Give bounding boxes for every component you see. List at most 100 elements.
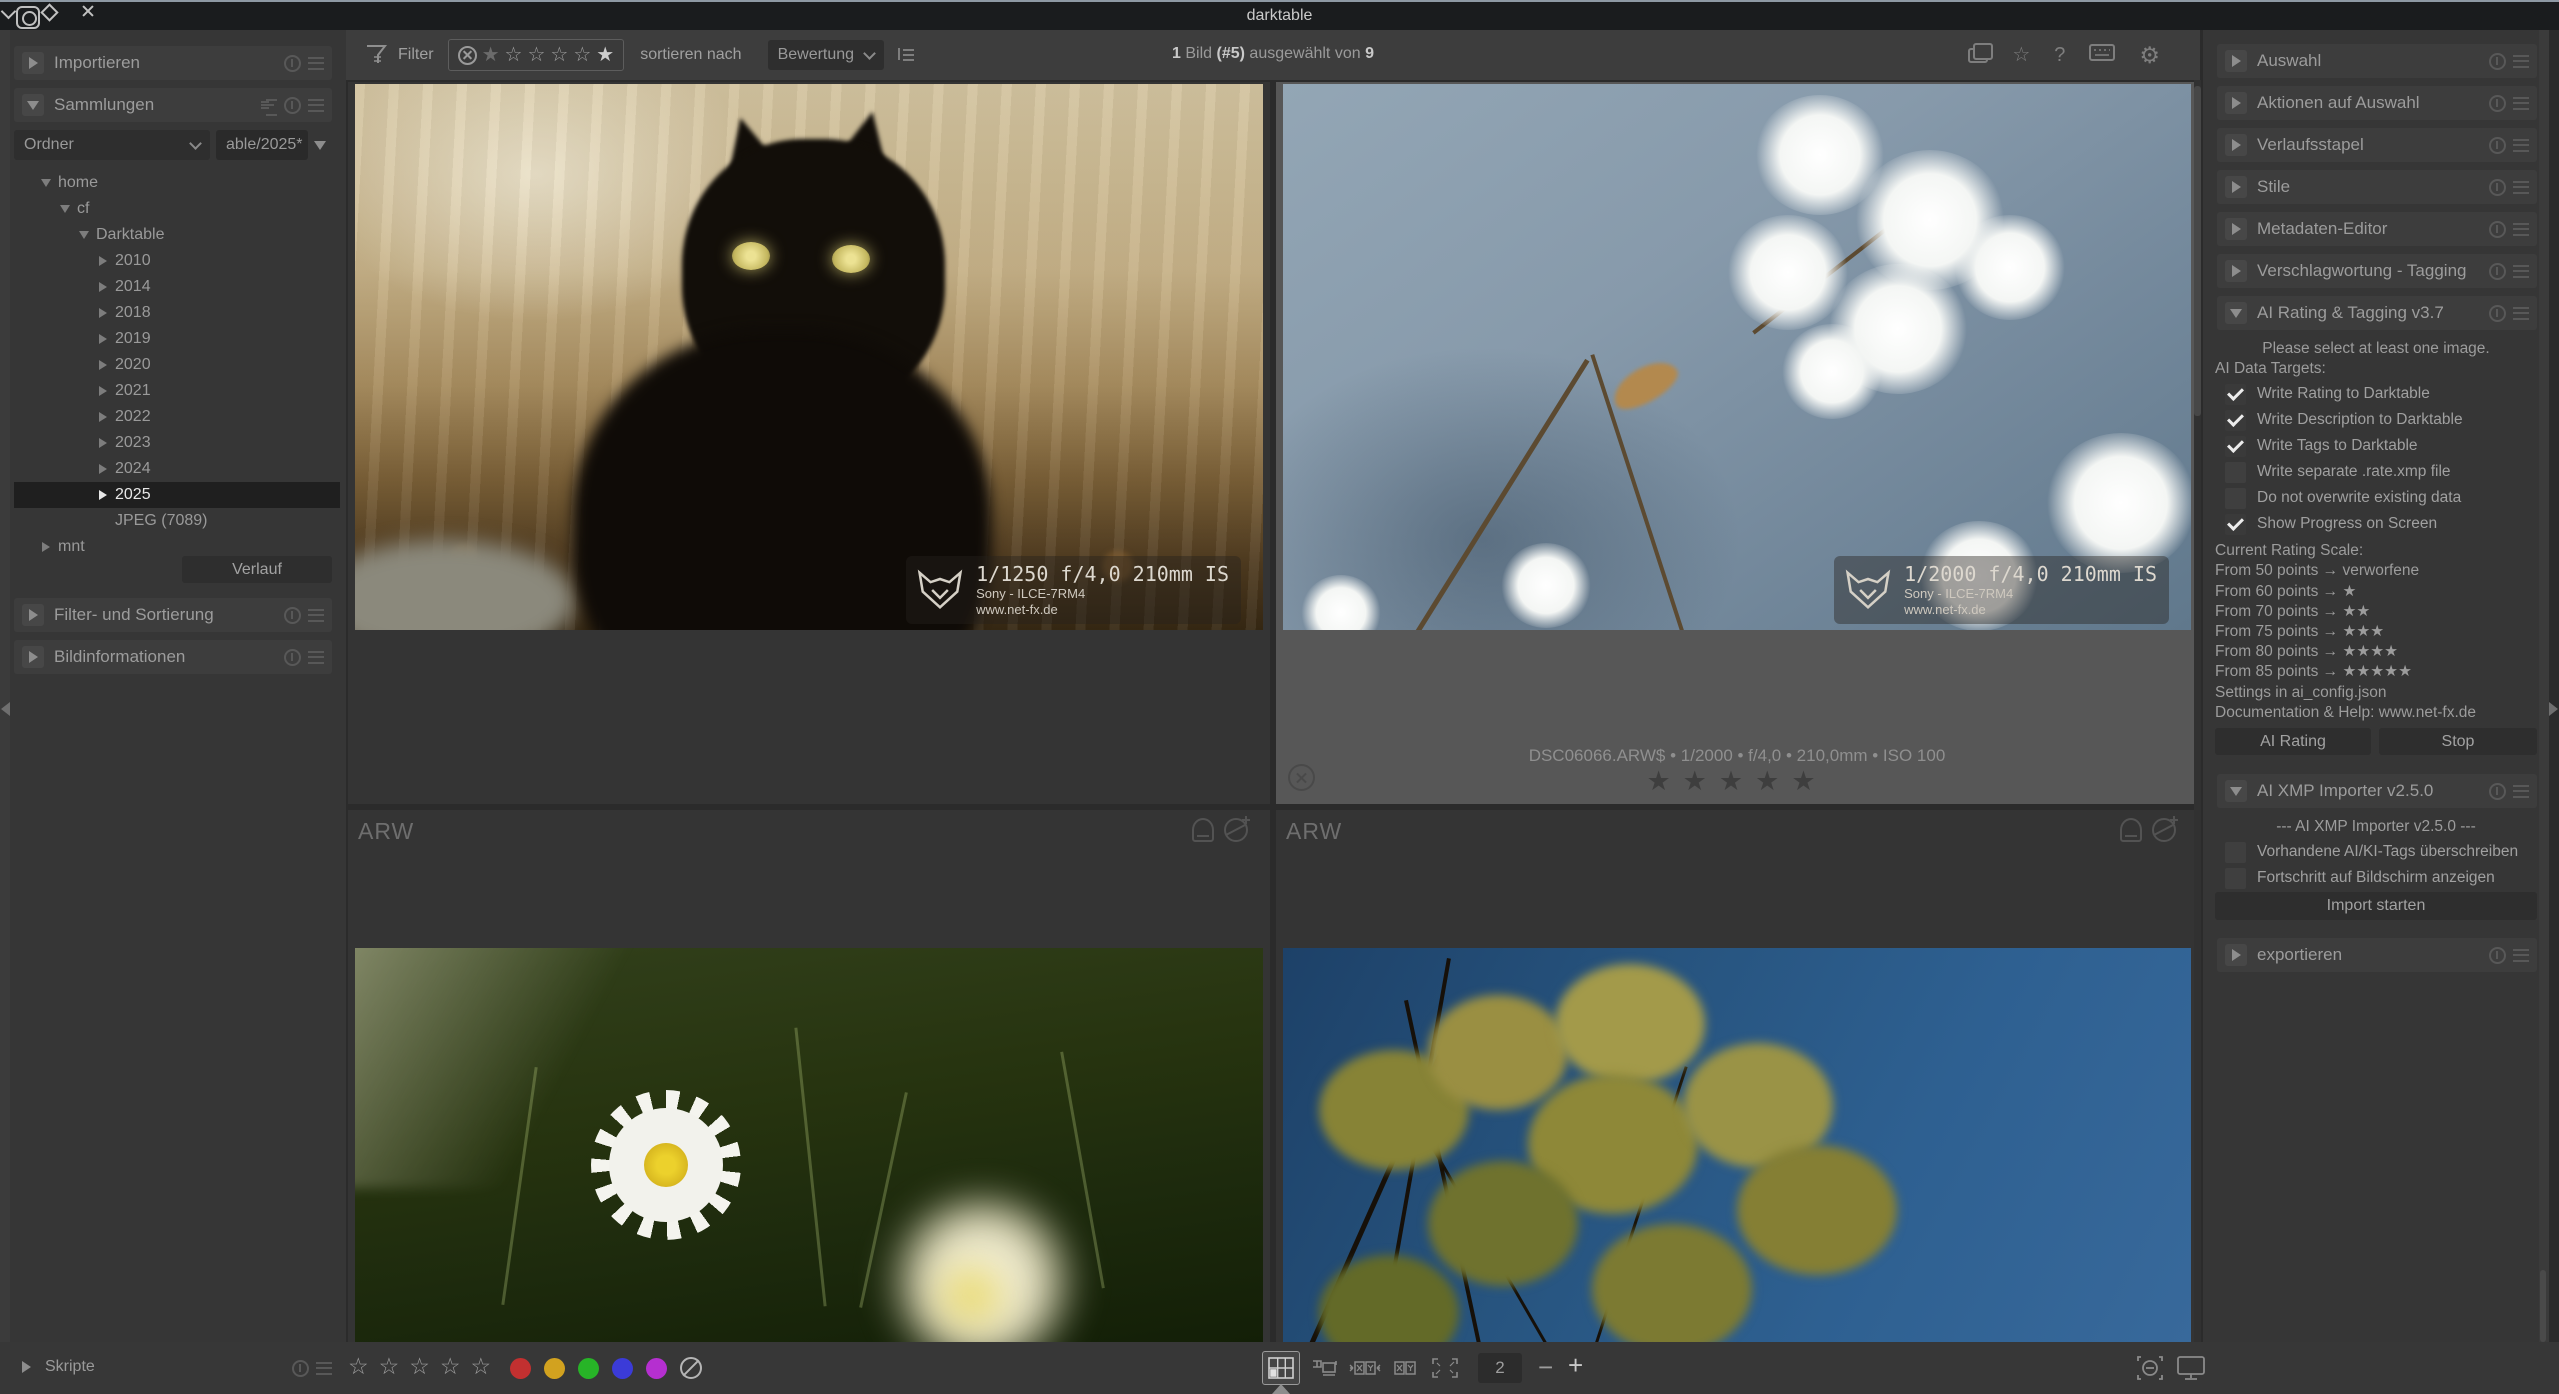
checkbox-overwrite-ai-tags[interactable]: Vorhandene AI/KI-Tags überschreiben — [2225, 840, 2518, 864]
expander-icon[interactable] — [97, 256, 108, 266]
expander-icon[interactable] — [22, 646, 44, 668]
minimize-button[interactable] — [0, 3, 16, 19]
preferences-gear-icon[interactable]: ⚙ — [2139, 44, 2160, 67]
expander-icon[interactable] — [97, 334, 108, 344]
expander-icon[interactable] — [40, 179, 51, 187]
expander-icon[interactable] — [97, 464, 108, 474]
checkbox-icon[interactable] — [2225, 410, 2246, 431]
presets-icon[interactable] — [2513, 307, 2529, 320]
expander-icon[interactable] — [2225, 260, 2247, 282]
reset-icon[interactable] — [284, 97, 301, 114]
checkbox-separate-xmp[interactable]: Write separate .rate.xmp file — [2225, 460, 2451, 484]
ai-rating-button[interactable]: AI Rating — [2215, 728, 2371, 755]
presets-icon[interactable] — [2513, 265, 2529, 278]
presets-icon[interactable] — [316, 1362, 332, 1375]
presets-icon[interactable] — [308, 99, 324, 112]
grid-scrollbar-thumb[interactable] — [2194, 86, 2201, 416]
expander-icon[interactable] — [2225, 176, 2247, 198]
tree-item-2014[interactable]: 2014 — [14, 274, 340, 300]
expander-icon[interactable] — [97, 308, 108, 318]
expander-icon[interactable] — [97, 438, 108, 448]
photo-cat[interactable]: 1/1250 f/4,0 210mm IS Sony - ILCE-7RM4 w… — [355, 84, 1263, 630]
panel-verschlagwortung[interactable]: Verschlagwortung - Tagging — [2217, 254, 2537, 288]
tree-item-home[interactable]: home — [14, 170, 340, 196]
zoomable-lighttable-icon[interactable] — [1306, 1351, 1344, 1385]
display-profile-icon[interactable] — [2176, 1355, 2206, 1386]
expander-icon[interactable] — [78, 231, 89, 239]
expander-icon[interactable] — [97, 360, 108, 370]
focus-detection-icon[interactable] — [2136, 1355, 2164, 1386]
checkbox-write-tags[interactable]: Write Tags to Darktable — [2225, 434, 2418, 458]
reset-icon[interactable] — [2489, 947, 2506, 964]
thumbnail-overlays-icon[interactable] — [1968, 48, 1988, 63]
sort-icon[interactable] — [261, 99, 277, 112]
expander-icon[interactable] — [97, 412, 108, 422]
panel-aktionen[interactable]: Aktionen auf Auswahl — [2217, 86, 2537, 120]
checkbox-icon[interactable] — [2225, 514, 2246, 535]
tree-item-2018[interactable]: 2018 — [14, 300, 340, 326]
tree-item-2025[interactable]: 2025 — [14, 482, 340, 508]
color-label-blue[interactable] — [612, 1358, 633, 1379]
panel-exportieren[interactable]: exportieren — [2217, 938, 2537, 972]
tree-item-cf[interactable]: cf — [14, 196, 340, 222]
reset-icon[interactable] — [284, 649, 301, 666]
presets-icon[interactable] — [2513, 97, 2529, 110]
tree-item-jpeg[interactable]: JPEG (7089) — [14, 508, 340, 534]
color-label-green[interactable] — [578, 1358, 599, 1379]
tree-item-2022[interactable]: 2022 — [14, 404, 340, 430]
color-label-red[interactable] — [510, 1358, 531, 1379]
presets-icon[interactable] — [2513, 139, 2529, 152]
close-button[interactable] — [80, 3, 96, 19]
panel-skripte[interactable]: Skripte — [22, 1358, 95, 1376]
expander-icon[interactable] — [2225, 780, 2247, 802]
checkbox-write-rating[interactable]: Write Rating to Darktable — [2225, 382, 2430, 406]
reset-icon[interactable] — [2489, 95, 2506, 112]
collapse-right-panel-arrow[interactable] — [2549, 702, 2558, 716]
duplicate-icon[interactable] — [2120, 818, 2142, 842]
panel-sammlungen[interactable]: Sammlungen — [14, 88, 332, 122]
photo-daisy[interactable] — [355, 948, 1263, 1342]
reset-icon[interactable] — [2489, 179, 2506, 196]
expander-icon[interactable] — [2225, 92, 2247, 114]
reset-icon[interactable] — [2489, 221, 2506, 238]
right-panel-resize-handle[interactable] — [2539, 30, 2549, 1342]
panel-verlaufsstapel[interactable]: Verlaufsstapel — [2217, 128, 2537, 162]
image-star-rating[interactable]: ★★★★★ — [1276, 766, 2198, 797]
rating-stars[interactable]: ☆ ☆ ☆ ☆ ☆ — [348, 1353, 491, 1380]
reset-icon[interactable] — [2489, 263, 2506, 280]
checkbox-write-description[interactable]: Write Description to Darktable — [2225, 408, 2463, 432]
maximize-button[interactable] — [40, 3, 56, 19]
expander-icon[interactable] — [97, 386, 108, 396]
expander-icon[interactable] — [2225, 50, 2247, 72]
presets-icon[interactable] — [308, 609, 324, 622]
collection-type-dropdown[interactable]: Ordner — [14, 130, 210, 160]
expander-icon[interactable] — [2225, 302, 2247, 324]
shortcuts-keyboard-icon[interactable] — [2089, 44, 2115, 66]
color-label-purple[interactable] — [646, 1358, 667, 1379]
checkbox-icon[interactable] — [2225, 462, 2246, 483]
left-panel-resize-handle[interactable] — [0, 30, 10, 1342]
collapse-left-panel-arrow[interactable] — [1, 702, 10, 716]
reset-icon[interactable] — [2489, 137, 2506, 154]
checkbox-icon[interactable] — [2225, 384, 2246, 405]
tree-item-2024[interactable]: 2024 — [14, 456, 340, 482]
filemanager-view-icon[interactable] — [1262, 1351, 1300, 1385]
color-label-yellow[interactable] — [544, 1358, 565, 1379]
expander-icon[interactable] — [22, 604, 44, 626]
expander-icon[interactable] — [2225, 944, 2247, 966]
tree-item-2010[interactable]: 2010 — [14, 248, 340, 274]
thumbnail-cell-cat[interactable]: 1/1250 f/4,0 210mm IS Sony - ILCE-7RM4 w… — [348, 82, 1270, 804]
expander-icon[interactable] — [22, 52, 44, 74]
tree-item-darktable[interactable]: Darktable — [14, 222, 340, 248]
tree-item-2019[interactable]: 2019 — [14, 326, 340, 352]
reset-icon[interactable] — [284, 607, 301, 624]
panel-bildinformationen[interactable]: Bildinformationen — [14, 640, 332, 674]
checkbox-icon[interactable] — [2225, 488, 2246, 509]
right-panel-scrollbar-thumb[interactable] — [2540, 1270, 2546, 1342]
panel-metadaten[interactable]: Metadaten-Editor — [2217, 212, 2537, 246]
stop-button[interactable]: Stop — [2379, 728, 2537, 755]
presets-icon[interactable] — [2513, 55, 2529, 68]
expander-icon[interactable] — [97, 282, 108, 292]
sticky-preview-star-icon[interactable]: ☆ — [2012, 45, 2030, 65]
checkbox-show-progress[interactable]: Show Progress on Screen — [2225, 512, 2437, 536]
